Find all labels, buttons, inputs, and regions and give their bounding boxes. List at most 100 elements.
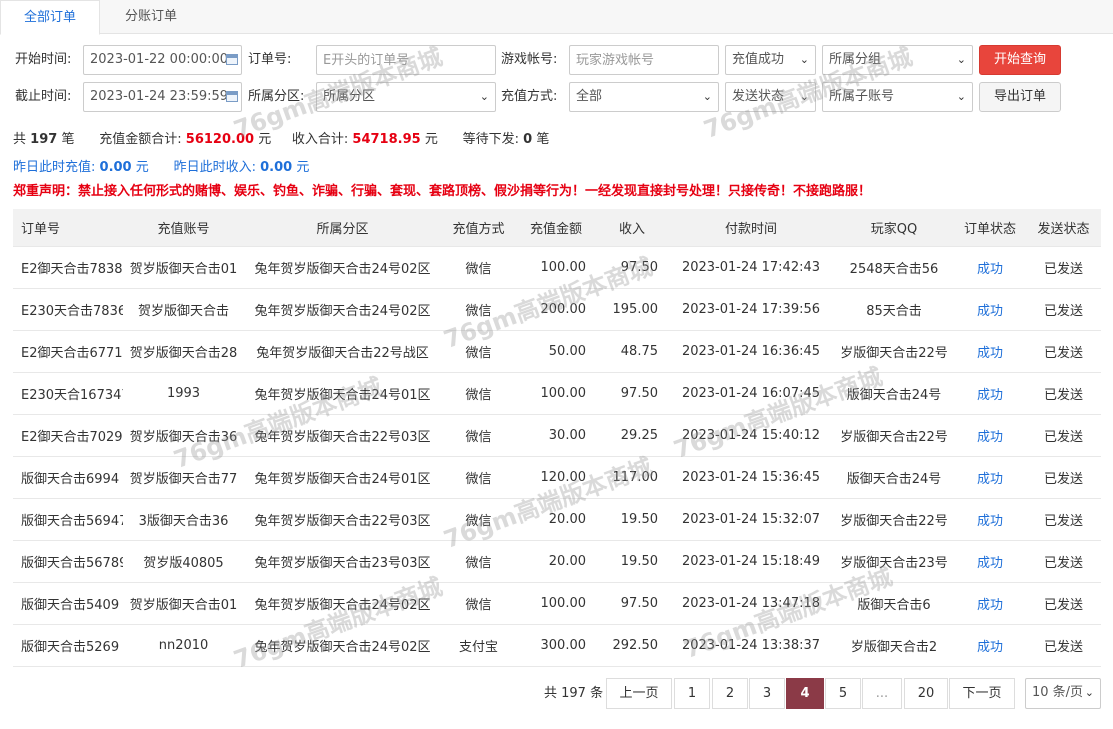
start-time-value: 2023-01-22 00:00:00 [90,52,229,67]
cell-region: 兔年贺岁版御天合击22号03区 [244,413,441,456]
search-button[interactable]: 开始查询 [979,45,1061,75]
cell-order-status[interactable]: 成功 [954,245,1026,288]
order-summary: 共 197 笔 充值金额合计: 56120.00 元 收入合计: 54718.9… [13,128,549,147]
cell-region: 兔年贺岁版御天合击24号02区 [244,581,441,624]
yesterday-income-unit: 元 [296,160,310,175]
chevron-down-icon: ⌄ [956,90,966,103]
next-page-button[interactable]: 下一页 [949,678,1015,709]
pay-method-value: 全部 [576,89,603,104]
cell-order-status[interactable]: 成功 [954,413,1026,456]
cell-order-status[interactable]: 成功 [954,287,1026,330]
cell-player-qq: 岁版御天合击22号 [834,497,954,540]
page-4-current[interactable]: 4 [786,678,824,709]
cell-order-status[interactable]: 成功 [954,455,1026,498]
game-account-input[interactable] [569,45,719,75]
cell-pay-method: 微信 [441,497,516,540]
group-select[interactable]: 所属分组 ⌄ [822,45,973,75]
cell-order-status[interactable]: 成功 [954,581,1026,624]
cell-player-qq: 岁版御天合击2 [834,623,954,667]
order-no-input[interactable] [316,45,496,75]
col-order-status: 订单状态 [954,209,1026,246]
pay-method-label: 充值方式: [501,89,558,104]
cell-order-status[interactable]: 成功 [954,539,1026,582]
cell-income: 97.50 [596,581,668,624]
cell-amount: 100.00 [516,371,596,414]
table-row: E230天合167347 1993 兔年贺岁版御天合击24号01区 微信 100.00 9… [13,371,1101,414]
count-prefix: 共 [13,132,27,147]
end-time-input[interactable]: 2023-01-24 23:59:59 [83,82,242,112]
page-2[interactable]: 2 [712,678,748,709]
cell-income: 48.75 [596,329,668,372]
cell-account: 贺岁版40805 [123,539,244,582]
page-size-select[interactable]: 10 条/页 ⌄ [1025,678,1101,709]
cell-amount: 300.00 [516,623,596,667]
page-5[interactable]: 5 [825,678,861,709]
cell-order-no: E230天合击78364 [13,287,123,330]
calendar-icon [226,54,238,65]
start-time-input[interactable]: 2023-01-22 00:00:00 [83,45,242,75]
cell-send-status: 已发送 [1026,371,1101,414]
col-player-qq: 玩家QQ [834,209,954,246]
cell-pay-method: 微信 [441,371,516,414]
region-select[interactable]: 所属分区 ⌄ [316,82,496,112]
cell-send-status: 已发送 [1026,245,1101,288]
page-3[interactable]: 3 [749,678,785,709]
cell-order-status[interactable]: 成功 [954,497,1026,540]
cell-amount: 30.00 [516,413,596,456]
cell-send-status: 已发送 [1026,623,1101,667]
sub-account-select[interactable]: 所属子账号 ⌄ [822,82,973,112]
tab-all-orders[interactable]: 全部订单 [0,0,100,35]
chevron-down-icon: ⌄ [956,53,966,66]
tab-split-orders[interactable]: 分账订单 [100,0,202,34]
cell-account: 贺岁版御天合击77 [123,455,244,498]
chevron-down-icon: ⌄ [1084,686,1094,699]
export-button[interactable]: 导出订单 [979,82,1061,112]
cell-order-status[interactable]: 成功 [954,623,1026,667]
orders-table: 订单号 充值账号 所属分区 充值方式 充值金额 收入 付款时间 玩家QQ 订单状… [13,209,1101,667]
cell-income: 292.50 [596,623,668,667]
recharge-total-label: 充值金额合计: [99,132,182,147]
table-row: E2御天合击78384 贺岁版御天合击01 兔年贺岁版御天合击24号02区 微信 100… [13,245,1101,288]
cell-order-no: 版御天合击6994 [13,455,123,498]
cell-order-status[interactable]: 成功 [954,329,1026,372]
chevron-down-icon: ⌄ [479,90,489,103]
recharge-status-select[interactable]: 充值成功 ⌄ [725,45,816,75]
page-1[interactable]: 1 [674,678,710,709]
pagination-ellipsis: ... [862,678,902,709]
cell-pay-time: 2023-01-24 15:36:45 [668,455,834,498]
cell-order-no: E2御天合击78384 [13,245,123,288]
cell-order-status[interactable]: 成功 [954,371,1026,414]
cell-player-qq: 2548天合击56 [834,245,954,288]
page-20[interactable]: 20 [904,678,948,709]
send-status-select[interactable]: 发送状态 ⌄ [725,82,816,112]
table-row: E2御天合击7029 贺岁版御天合击36 兔年贺岁版御天合击22号03区 微信 30.0… [13,413,1101,456]
cell-region: 兔年贺岁版御天合击24号01区 [244,371,441,414]
cell-income: 97.50 [596,245,668,288]
cell-region: 兔年贺岁版御天合击23号03区 [244,539,441,582]
pay-method-select[interactable]: 全部 ⌄ [569,82,719,112]
cell-account: 贺岁版御天合击01 [123,581,244,624]
cell-amount: 20.00 [516,497,596,540]
pagination: 共 197 条 上一页 1 2 3 4 5 ... 20 下一页 10 条/页 … [0,678,1113,709]
chevron-down-icon: ⌄ [799,53,809,66]
cell-player-qq: 版御天合击24号 [834,455,954,498]
yesterday-income-label: 昨日此时收入: [173,160,256,175]
income-total-label: 收入合计: [291,132,349,147]
cell-region: 兔年贺岁版御天合击24号01区 [244,455,441,498]
cell-amount: 100.00 [516,581,596,624]
calendar-icon [226,91,238,102]
cell-account: 贺岁版御天合击36 [123,413,244,456]
cell-region: 兔年贺岁版御天合击24号02区 [244,287,441,330]
prev-page-button[interactable]: 上一页 [606,678,672,709]
yesterday-recharge-unit: 元 [135,160,149,175]
send-status-value: 发送状态 [732,89,785,104]
cell-income: 19.50 [596,539,668,582]
cell-amount: 20.00 [516,539,596,582]
cell-send-status: 已发送 [1026,413,1101,456]
cell-order-no: E2御天合击7029 [13,413,123,456]
cell-region: 兔年贺岁版御天合击22号03区 [244,497,441,540]
cell-send-status: 已发送 [1026,329,1101,372]
col-order-no: 订单号 [13,209,123,246]
start-time-label: 开始时间: [15,52,72,67]
table-row: 版御天合击5409 贺岁版御天合击01 兔年贺岁版御天合击24号02区 微信 100.0… [13,581,1101,624]
